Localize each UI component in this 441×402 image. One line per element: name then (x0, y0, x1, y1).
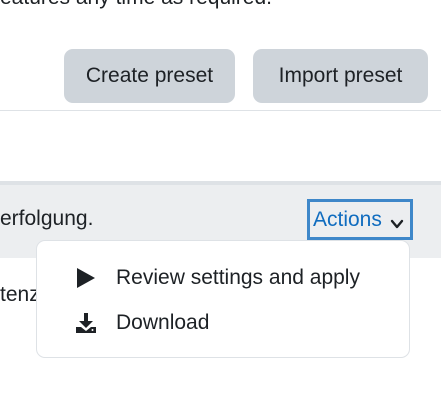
menu-item-download[interactable]: Download (37, 301, 409, 345)
menu-item-review-settings[interactable]: Review settings and apply (37, 256, 409, 300)
row-description: erfolgung. (0, 207, 94, 230)
actions-label: Actions (313, 207, 382, 231)
actions-dropdown[interactable]: Actions (307, 199, 413, 240)
actions-menu: Review settings and apply Download (36, 240, 410, 358)
create-preset-button[interactable]: Create preset (64, 49, 235, 103)
intro-text: eatures any time as required. (0, 0, 272, 10)
menu-item-label: Review settings and apply (116, 266, 360, 289)
row-description-2: tenz (0, 283, 40, 306)
play-icon (75, 267, 97, 289)
download-icon (75, 312, 97, 334)
divider (0, 110, 441, 111)
chevron-down-icon (390, 213, 404, 228)
page: eatures any time as required. Create pre… (0, 0, 441, 402)
import-preset-button[interactable]: Import preset (253, 49, 428, 103)
menu-item-label: Download (116, 311, 210, 334)
